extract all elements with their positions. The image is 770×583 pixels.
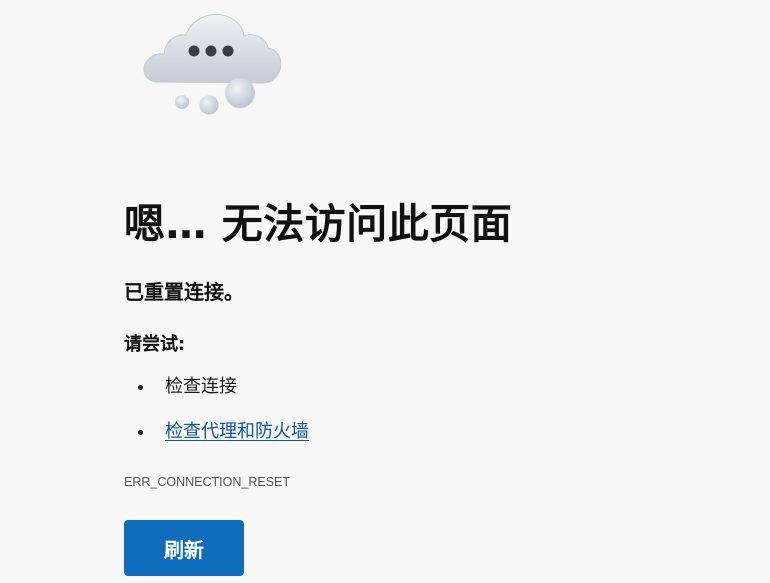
proxy-firewall-link[interactable]: 检查代理和防火墙 (165, 417, 309, 447)
page-title: 嗯… 无法访问此页面 (124, 200, 513, 248)
dot-1 (188, 45, 200, 57)
dot-3 (222, 45, 234, 57)
dot-2 (205, 45, 217, 57)
error-message: 已重置连接。 (124, 280, 244, 304)
bullet-icon (138, 385, 143, 390)
refresh-button[interactable]: 刷新 (124, 520, 244, 576)
try-heading: 请尝试: (124, 334, 186, 355)
suggestion-check-connection: 检查连接 (165, 376, 237, 397)
error-page: 嗯… 无法访问此页面 已重置连接。 请尝试: 检查连接 检查代理和防火墙 ERR… (0, 0, 770, 583)
bullet-icon (138, 430, 143, 435)
error-code: ERR_CONNECTION_RESET (124, 475, 290, 489)
cloud-icon (143, 13, 282, 115)
